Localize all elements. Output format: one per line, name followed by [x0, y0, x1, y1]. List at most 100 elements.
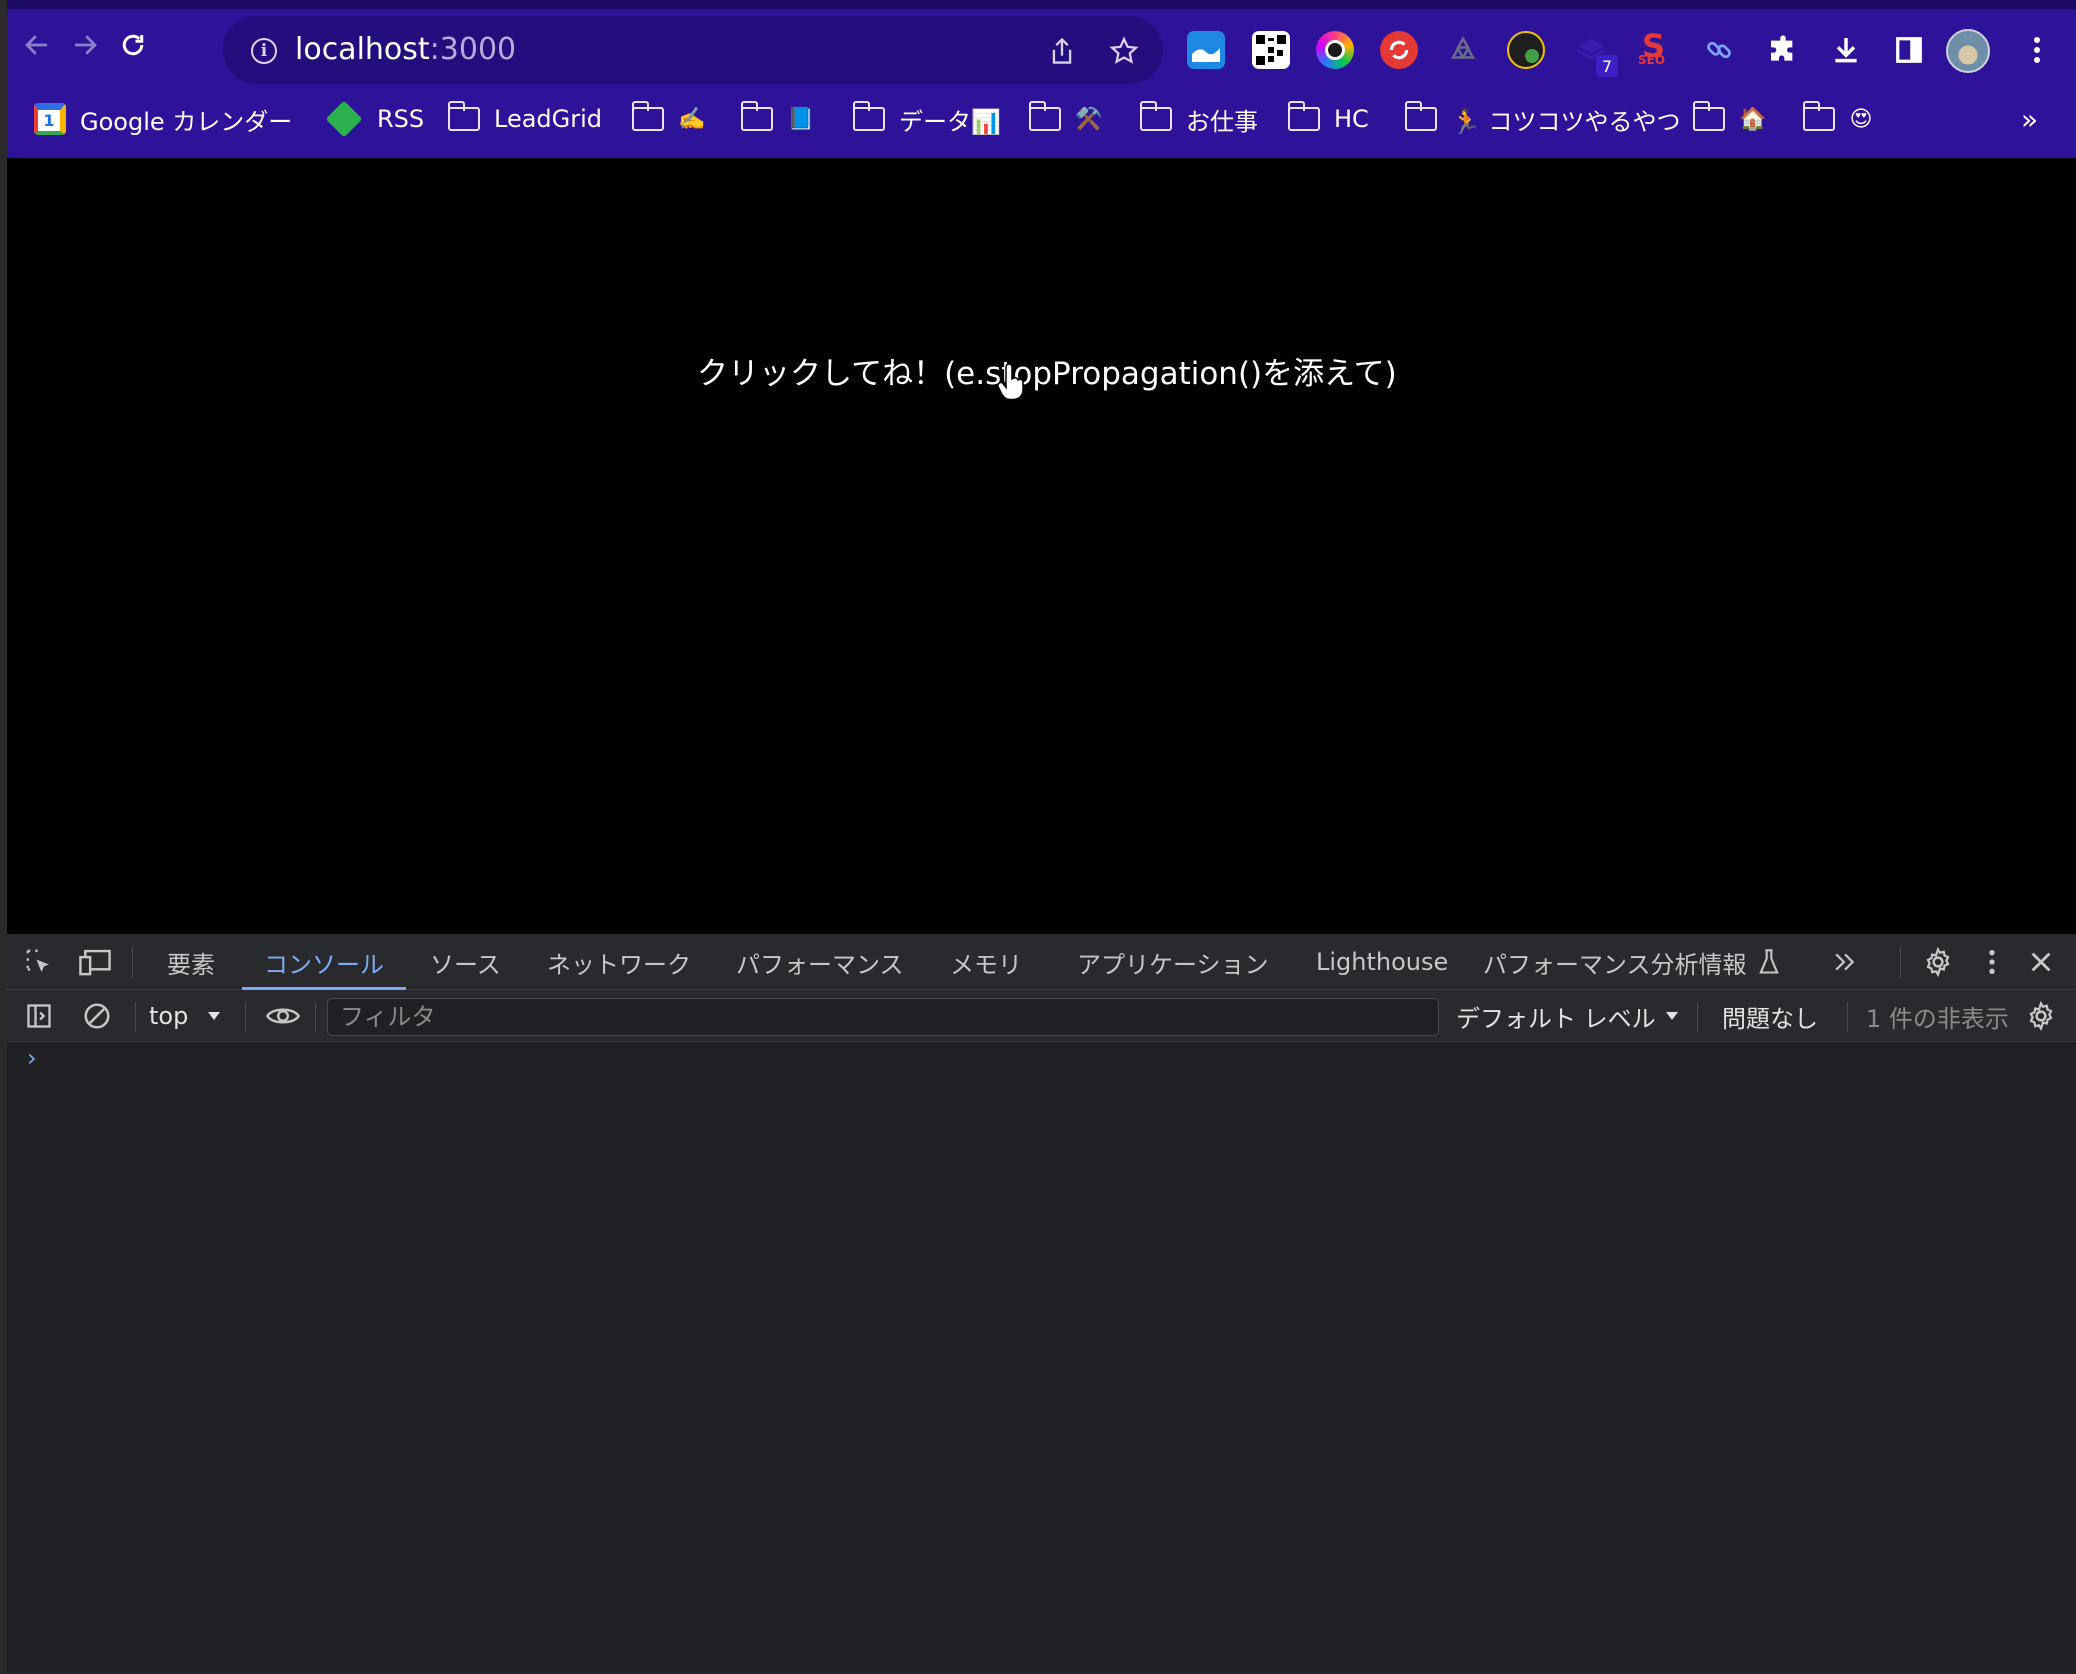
desktop-edge [0, 0, 7, 1674]
console-prompt-icon[interactable]: › [27, 1044, 37, 1072]
context-selector[interactable]: top [149, 998, 222, 1034]
bookmark-folder-heart-eyes[interactable]: 😍 [1802, 97, 1873, 141]
click-target-text[interactable]: クリックしてね！(e.stopPropagation()を添えて) [697, 348, 1397, 393]
more-bookmarks-button[interactable]: » [2021, 97, 2038, 141]
context-value: top [149, 1002, 189, 1030]
device-toolbar-button[interactable] [77, 946, 113, 978]
bookmark-folder-tools[interactable]: ⚒️ [1028, 97, 1102, 141]
bookmark-label: 📘 [787, 106, 815, 132]
extension-seo-icon[interactable]: S SEO [1636, 27, 1674, 69]
tab-console[interactable]: コンソール [242, 934, 406, 990]
issues-button[interactable]: 問題なし [1722, 998, 1818, 1034]
folder-icon [740, 101, 773, 131]
feedly-icon [325, 100, 363, 138]
extension-trello-icon[interactable] [1187, 31, 1225, 69]
bookmark-folder-hc[interactable]: HC [1287, 97, 1369, 141]
extension-kintone-icon[interactable] [1507, 31, 1545, 69]
toolbar-divider [1900, 946, 1901, 978]
devtools-tab-bar: 要素 コンソール ソース ネットワーク パフォーマンス メモリ アプリケーション… [7, 934, 2076, 990]
extension-recycle-icon[interactable] [1444, 31, 1482, 69]
folder-icon [1028, 101, 1061, 131]
bookmark-folder-work[interactable]: お仕事 [1139, 97, 1258, 141]
hand-cursor-icon [997, 364, 1024, 401]
more-tabs-button[interactable] [1825, 944, 1865, 980]
bookmark-folder-kotsukotsu[interactable]: 🏃 コツコツやるやつ [1404, 97, 1681, 141]
console-toolbar: top デフォルト レベル 問題なし 1 件の非表示 [7, 990, 2076, 1042]
log-levels-label: デフォルト レベル [1456, 1004, 1656, 1033]
bookmark-label: Google カレンダー [80, 107, 293, 136]
bookmark-folder-writing[interactable]: ✍️ [631, 97, 706, 141]
url-text[interactable]: localhost:3000 [295, 32, 516, 67]
devtools-menu-button[interactable] [1977, 944, 2007, 980]
sync-icon [1389, 40, 1409, 60]
tab-performance[interactable]: パフォーマンス [736, 934, 904, 990]
experimental-flask-icon [1754, 946, 1784, 978]
tab-network[interactable]: ネットワーク [547, 934, 691, 990]
bookmark-star-button[interactable] [1105, 32, 1143, 70]
tab-application[interactable]: アプリケーション [1077, 934, 1269, 990]
gear-icon [2029, 1001, 2053, 1031]
folder-icon [1404, 101, 1437, 131]
extensions-button[interactable] [1762, 29, 1804, 71]
bookmark-google-calendar[interactable]: 1 Google カレンダー [34, 97, 292, 141]
downloads-button[interactable] [1825, 29, 1867, 71]
tab-memory[interactable]: メモリ [950, 934, 1022, 990]
tab-lighthouse[interactable]: Lighthouse [1316, 934, 1448, 990]
recycle-icon [1450, 36, 1476, 59]
folder-icon [1692, 101, 1725, 131]
toolbar-divider [1697, 1002, 1698, 1032]
devtools-panel: 要素 コンソール ソース ネットワーク パフォーマンス メモリ アプリケーション… [7, 934, 2076, 1674]
address-bar[interactable]: i localhost:3000 [223, 16, 1163, 84]
share-button[interactable] [1043, 32, 1081, 70]
seo-label: SEO [1638, 53, 1666, 67]
back-button[interactable] [15, 23, 59, 67]
extension-sync-icon[interactable] [1380, 31, 1418, 69]
show-sidebar-button[interactable] [23, 1000, 55, 1032]
close-devtools-button[interactable] [2023, 944, 2059, 980]
arrow-right-icon [75, 35, 97, 55]
bookmark-folder-home[interactable]: 🏠 [1692, 97, 1766, 141]
sidebar-toggle-icon [27, 1004, 51, 1028]
reload-button[interactable] [111, 23, 155, 67]
forward-button[interactable] [63, 23, 107, 67]
side-panel-button[interactable] [1888, 29, 1930, 71]
clear-console-button[interactable] [81, 1000, 113, 1032]
bookmark-label: お仕事 [1186, 107, 1258, 136]
inspect-element-button[interactable] [23, 946, 55, 978]
bookmark-folder-leadgrid[interactable]: LeadGrid [447, 97, 603, 141]
console-filter-input[interactable] [327, 998, 1439, 1036]
bookmark-label: データ📊 [899, 107, 1001, 136]
star-icon [1109, 36, 1139, 64]
extension-stack-icon[interactable]: 7 [1572, 31, 1618, 77]
bookmark-label: ✍️ [678, 106, 706, 132]
tab-sources[interactable]: ソース [430, 934, 501, 990]
extension-color-picker-icon[interactable] [1316, 31, 1354, 69]
tab-elements[interactable]: 要素 [167, 934, 215, 990]
chevron-double-right-icon [1835, 953, 1855, 971]
extension-badge: 7 [1596, 55, 1618, 77]
bookmark-rss[interactable]: RSS [325, 97, 425, 141]
browser-menu-button[interactable] [2016, 29, 2058, 71]
log-levels-dropdown[interactable]: デフォルト レベル [1456, 998, 1680, 1034]
tab-performance-insights[interactable]: パフォーマンス分析情報 [1483, 934, 1747, 990]
arrow-left-icon [25, 35, 47, 55]
block-icon [84, 1003, 110, 1029]
extension-link-icon[interactable] [1700, 31, 1738, 69]
site-info-icon[interactable]: i [251, 38, 277, 64]
tab-strip [7, 0, 2076, 9]
bookmark-label: HC [1334, 105, 1369, 133]
console-output[interactable]: › [7, 1042, 2076, 1674]
bookmark-folder-book[interactable]: 📘 [740, 97, 815, 141]
profile-avatar[interactable] [1946, 29, 1990, 73]
toolbar-divider [245, 1002, 246, 1032]
extension-qr-icon[interactable] [1252, 31, 1290, 69]
devtools-settings-button[interactable] [1919, 944, 1957, 980]
download-icon [1835, 38, 1857, 63]
kebab-menu-icon [2034, 37, 2040, 63]
bookmark-label: RSS [377, 105, 425, 133]
bookmark-label: LeadGrid [494, 105, 603, 133]
live-expression-button[interactable] [263, 1000, 303, 1032]
console-settings-button[interactable] [2023, 1000, 2059, 1032]
toolbar-divider [1847, 1002, 1848, 1032]
bookmark-folder-data[interactable]: データ📊 [852, 97, 1001, 141]
